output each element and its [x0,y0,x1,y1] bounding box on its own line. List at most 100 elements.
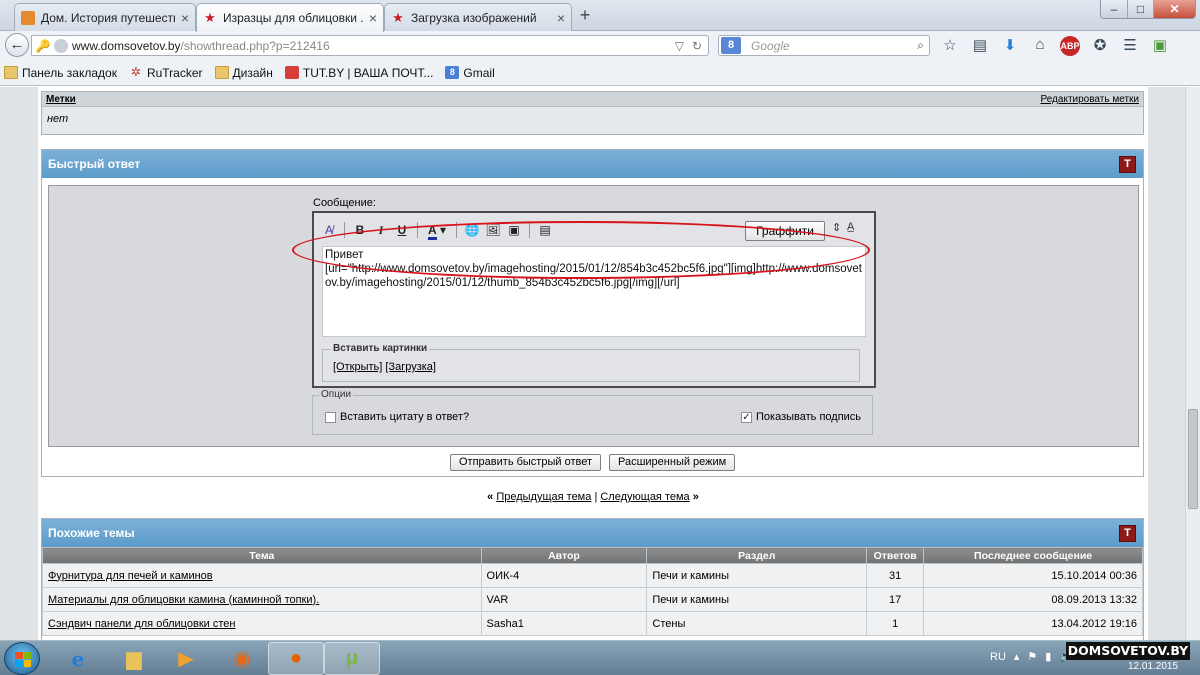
bookmark-panel[interactable]: Панель закладок [4,66,117,80]
thread-link[interactable]: Материалы для облицовки камина (каминной… [42,587,482,612]
insert-link-icon[interactable]: 🌐 [463,221,481,239]
firefox-icon[interactable]: ● [268,642,324,675]
download-icon[interactable]: ⬇ [1000,36,1020,56]
open-link[interactable]: [Открыть] [333,361,382,373]
url-host: www.domsovetov.by [72,38,181,53]
resize-arrows-icon[interactable]: ⇕ [832,221,841,234]
back-button[interactable]: ← [5,33,29,57]
key-icon: 🔑 [35,38,51,53]
toggle-wysiwyg-icon[interactable]: A̲ [847,221,854,233]
tray-arrow-icon[interactable]: ▴ [1014,650,1020,663]
upload-link[interactable]: [Загрузка] [385,361,436,373]
remove-format-icon[interactable]: A̸ [320,221,338,239]
scrollbar-thumb[interactable] [1188,409,1198,509]
underline-icon[interactable]: U [393,221,411,239]
column-header[interactable]: Автор [480,547,648,564]
language-indicator[interactable]: RU [990,651,1006,663]
search-box[interactable]: 8 Google ⌕ [718,35,930,56]
address-bar[interactable]: 🔑 www.domsovetov.by /showthread.php?p=21… [31,35,709,56]
thread-link[interactable]: Фурнитура для печей и каминов [42,563,482,588]
quote-icon[interactable]: ▤ [536,221,554,239]
tab-tiles[interactable]: ★ Изразцы для облицовки ... × [196,3,384,32]
collapse-icon[interactable]: T [1119,525,1136,542]
thread-link[interactable]: Сэндвич панели для облицовки стен [42,611,482,636]
insert-video-icon[interactable]: ▣ [505,221,523,239]
collapse-icon[interactable]: T [1119,156,1136,173]
italic-icon[interactable]: I [372,221,390,239]
utorrent-icon[interactable]: μ [324,642,380,675]
column-header[interactable]: Раздел [646,547,868,564]
dropdown-arrow-icon[interactable]: ▽ [675,39,684,53]
bookmark-rutracker[interactable]: ✲ RuTracker [129,66,203,80]
bookmark-design[interactable]: Дизайн [214,65,273,80]
signature-option[interactable]: ✓ Показывать подпись [741,411,861,423]
graffiti-button[interactable]: Граффити [745,221,825,241]
bold-icon[interactable]: B [351,221,369,239]
font-color-icon[interactable]: A ▾ [424,221,450,240]
column-header[interactable]: Ответов [866,547,925,564]
close-window-icon[interactable]: ✕ [1153,0,1195,18]
toolbar-separator [417,222,418,238]
addon-icon[interactable]: ✪ [1090,36,1110,56]
tags-header: Метки Редактировать метки [42,92,1143,107]
minimize-icon[interactable]: – [1101,0,1127,18]
bookmarks-list-icon[interactable]: ▤ [970,36,990,56]
search-placeholder: Google [751,38,790,53]
signature-checkbox[interactable]: ✓ [741,411,752,423]
message-textarea[interactable]: Привет [url="http://www.domsovetov.by/im… [322,246,866,337]
home-icon[interactable]: ⌂ [1030,36,1050,56]
internet-explorer-icon[interactable]: e [50,642,106,675]
file-explorer-icon[interactable]: ▆ [106,642,162,675]
insert-pictures-legend: Вставить картинки [331,343,430,354]
extension-icon[interactable]: ▣ [1150,36,1170,56]
tab-image-upload[interactable]: ★ Загрузка изображений × [384,3,572,31]
next-thread-link[interactable]: Следующая тема [600,491,689,503]
bookmark-label: Дизайн [232,65,273,80]
table-header-row: Тема Автор Раздел Ответов Последнее сооб… [42,547,1143,564]
new-tab-button[interactable]: + [574,5,596,27]
thread-last-post: 08.09.2013 13:32 [923,587,1143,612]
page-scrollbar[interactable] [1185,87,1200,640]
taskbar: e ▆ ▶ ◉ ● μ RU ▴ ⚑ ▮ 🔊 DOMSOVETOV.BY 12.… [0,640,1200,675]
adblock-icon[interactable]: ABP [1060,36,1080,56]
menu-icon[interactable]: ☰ [1120,36,1140,56]
advanced-mode-button[interactable]: Расширенный режим [609,454,736,471]
toolbar-separator [456,222,457,238]
globe-icon [54,38,68,53]
previous-thread-link[interactable]: Предыдущая тема [496,491,591,503]
quote-checkbox[interactable] [325,411,336,423]
insert-image-icon[interactable]: 🖼 [484,221,502,239]
submit-quick-reply-button[interactable]: Отправить быстрый ответ [450,454,601,471]
tags-title: Метки [46,93,76,105]
network-icon[interactable]: ▮ [1045,650,1051,663]
close-tab-icon[interactable]: × [557,10,565,26]
flag-icon[interactable]: ⚑ [1027,650,1037,663]
column-header[interactable]: Последнее сообщение [923,547,1143,564]
media-player-icon[interactable]: ▶ [158,642,214,675]
toolbar-separator [529,222,530,238]
window-controls: – □ ✕ [1100,0,1196,19]
thread-section: Стены [646,611,868,636]
close-tab-icon[interactable]: × [181,10,189,26]
search-icon[interactable]: ⌕ [917,38,924,53]
quote-option[interactable]: Вставить цитату в ответ? [325,411,469,423]
clock-date[interactable]: 12.01.2015 [1128,661,1178,672]
bookmark-tutby-mail[interactable]: TUT.BY | ВАША ПОЧТ... [284,66,433,80]
tab-dom-history[interactable]: Дом. История путешеств... × [14,3,196,31]
reload-icon[interactable]: ↻ [692,39,702,53]
tab-strip: Дом. История путешеств... × ★ Изразцы дл… [0,0,1200,32]
rutracker-icon: ✲ [130,65,141,79]
navigation-bar: ← 🔑 www.domsovetov.by /showthread.php?p=… [0,31,1200,60]
start-button[interactable] [4,642,40,675]
bookmark-gmail[interactable]: 8 Gmail [445,66,495,80]
column-header[interactable]: Тема [42,547,482,564]
gmail-icon: 8 [445,66,460,79]
thread-nav-separator: | [594,491,598,503]
maximize-icon[interactable]: □ [1127,0,1153,18]
table-row: Материалы для облицовки камина (каминной… [42,587,1143,612]
close-tab-icon[interactable]: × [369,10,377,26]
edit-tags-link[interactable]: Редактировать метки [1040,94,1139,105]
viewer-app-icon[interactable]: ◉ [214,642,270,675]
search-engine-icon[interactable]: 8 [721,37,741,54]
bookmark-star-icon[interactable]: ☆ [940,36,960,56]
